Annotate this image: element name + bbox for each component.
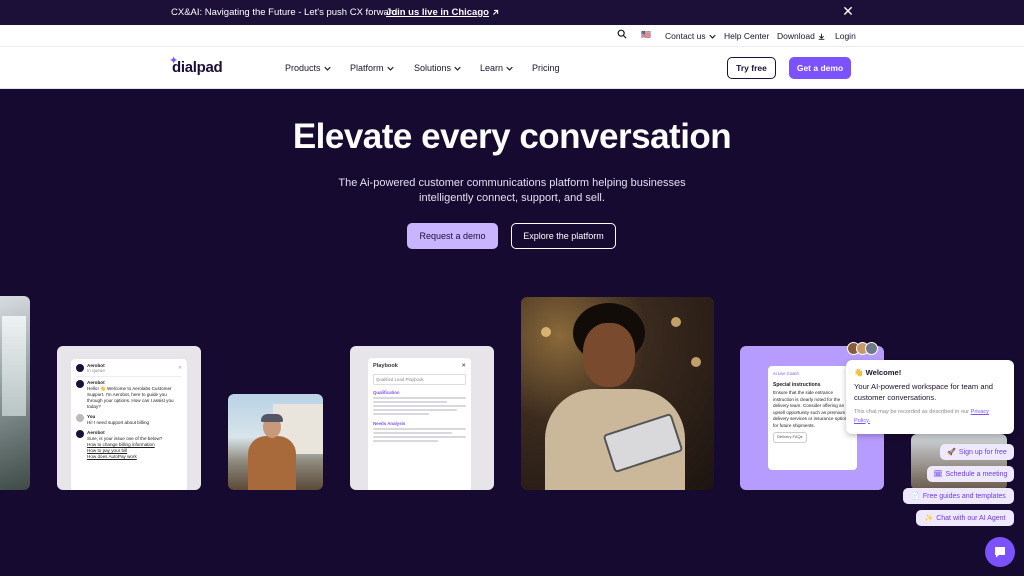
office-photo xyxy=(0,296,30,490)
search-icon[interactable] xyxy=(617,29,627,39)
worker-on-phone-photo xyxy=(228,394,323,490)
sign-up-option-button[interactable]: 🚀 Sign up for free xyxy=(940,444,1014,460)
close-icon[interactable]: ✕ xyxy=(841,4,855,18)
coach-panel: Ai Live Coach Special instructions Ensur… xyxy=(768,366,857,470)
chevron-down-icon xyxy=(708,34,716,39)
announcement-message: CX&AI: Navigating the Future - Let's pus… xyxy=(171,7,398,18)
chevron-down-icon xyxy=(506,66,513,71)
playbook-panel: Playbook ✕ Qualified Lead Playbook Qualif… xyxy=(368,358,471,490)
woman-with-tablet-photo xyxy=(521,297,714,490)
ai-agent-option-button[interactable]: ✨ Chat with our AI Agent xyxy=(916,510,1014,526)
bot-message: Hello! 👋 Welcome to Aerolabs Customer Su… xyxy=(87,386,174,409)
playbook-title: Playbook xyxy=(373,363,398,369)
chat-bubble-icon xyxy=(995,547,1005,558)
try-free-button[interactable]: Try free xyxy=(727,57,776,79)
request-demo-button[interactable]: Request a demo xyxy=(407,223,498,249)
nav-item-products[interactable]: Products xyxy=(285,63,331,73)
guides-option-button[interactable]: 📄 Free guides and templates xyxy=(903,488,1014,504)
arrow-up-right-icon xyxy=(492,9,499,15)
dialpad-logo[interactable]: ✦ dialpad xyxy=(169,55,223,76)
announcement-bar: CX&AI: Navigating the Future - Let's pus… xyxy=(0,0,1024,25)
schedule-meeting-option-button[interactable]: 🗓 Schedule a meeting xyxy=(927,466,1014,482)
privacy-notice: This chat may be recorded as described i… xyxy=(854,409,989,424)
coach-chip: Delivery FAQs xyxy=(773,432,807,443)
explore-platform-button[interactable]: Explore the platform xyxy=(511,223,616,249)
get-demo-button[interactable]: Get a demo xyxy=(789,57,851,79)
close-icon: ✕ xyxy=(461,363,466,369)
bot-status: In queue xyxy=(87,368,105,373)
help-center-link[interactable]: Help Center xyxy=(724,31,769,41)
agent-avatars xyxy=(847,342,878,355)
announcement-cta-link[interactable]: Join us live in Chicago xyxy=(386,7,499,18)
chat-welcome-bubble: 👋 Welcome! Your AI-powered workspace for… xyxy=(846,360,1014,434)
avatar xyxy=(865,342,878,355)
main-nav: ✦ dialpad Products Platform Solutions Le… xyxy=(0,47,1024,89)
chevron-down-icon xyxy=(454,66,461,71)
nav-item-pricing[interactable]: Pricing xyxy=(532,63,560,73)
chat-launcher-button[interactable] xyxy=(985,537,1015,567)
nav-item-platform[interactable]: Platform xyxy=(350,63,394,73)
download-icon xyxy=(818,33,825,40)
billing-link: How does AutoPay work xyxy=(87,454,137,459)
download-menu[interactable]: Download xyxy=(777,31,825,41)
utility-bar: 🇺🇸 Contact us Help Center Download Login xyxy=(0,25,1024,47)
welcome-message: Your AI-powered workspace for team and c… xyxy=(854,382,994,402)
chevron-down-icon xyxy=(323,66,331,71)
playbook-section: Qualification xyxy=(373,390,400,395)
close-icon: ✕ xyxy=(178,365,182,370)
login-link[interactable]: Login xyxy=(835,31,856,41)
coach-body: Ensure that the side entrance instructio… xyxy=(773,390,850,428)
hero-subtitle: The Ai-powered customer communications p… xyxy=(338,177,686,204)
document-icon: 📄 xyxy=(911,493,920,500)
chat-panel: Aerobot In queue ✕ Aerobot Hello! 👋 Welco… xyxy=(71,359,187,490)
user-message: Hi! I need support about billing xyxy=(87,420,150,425)
contact-us-menu[interactable]: Contact us xyxy=(665,31,716,41)
playbook-card: Playbook ✕ Qualified Lead Playbook Qualif… xyxy=(350,346,494,490)
coach-tag: Ai Live Coach xyxy=(773,371,799,376)
playbook-section: Needs Analysis xyxy=(373,421,406,426)
coach-heading: Special instructions xyxy=(773,381,821,388)
us-flag-icon[interactable]: 🇺🇸 xyxy=(641,30,651,39)
rocket-icon: 🚀 xyxy=(947,449,956,456)
calendar-icon: 🗓 xyxy=(933,471,943,478)
hero-title: Elevate every conversation xyxy=(292,117,732,156)
spark-icon: ✦ xyxy=(169,55,178,67)
chatbot-card: Aerobot In queue ✕ Aerobot Hello! 👋 Welco… xyxy=(57,346,201,490)
welcome-title: 👋 Welcome! xyxy=(854,368,902,377)
nav-item-solutions[interactable]: Solutions xyxy=(414,63,461,73)
chevron-down-icon xyxy=(386,66,394,71)
playbook-select: Qualified Lead Playbook xyxy=(373,374,466,385)
bot-avatar xyxy=(76,364,84,372)
nav-item-learn[interactable]: Learn xyxy=(480,63,513,73)
sparkle-icon: ✨ xyxy=(924,515,934,522)
